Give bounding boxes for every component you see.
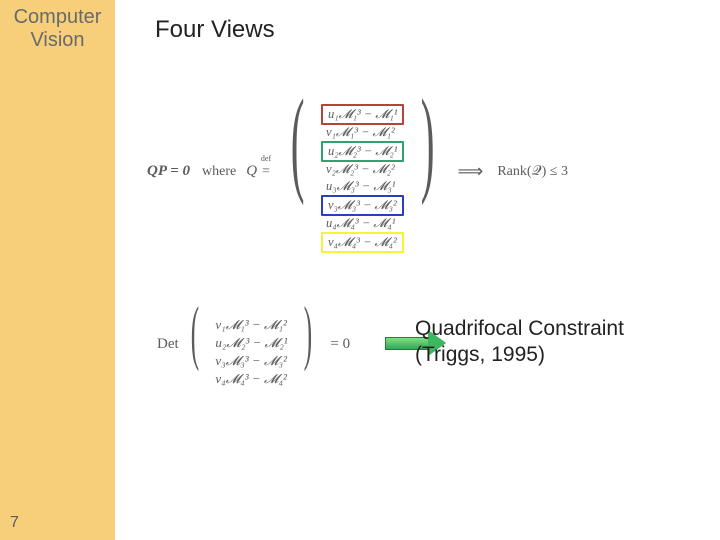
def-label: def	[261, 154, 271, 163]
matrix-row: v₄𝓜₄³ − 𝓜₄²	[321, 232, 404, 253]
equals-zero: = 0	[330, 336, 350, 353]
matrix-8x1: ( u₁𝓜₁³ − 𝓜₁¹ v₁𝓜₁³ − 𝓜₁² u₂𝓜₂³ − 𝓜₂¹ v₂…	[278, 90, 448, 253]
qp-lhs: QP = 0	[147, 163, 190, 180]
matrix-row: v₂𝓜₂³ − 𝓜₂²	[321, 162, 404, 179]
matrix-row: u₃𝓜₃³ − 𝓜₃¹	[321, 179, 404, 196]
matrix-row: v₃𝓜₃³ − 𝓜₃²	[210, 353, 292, 371]
implies-icon: ⟹	[458, 161, 484, 182]
matrix-4x1: ( v₁𝓜₁³ − 𝓜₁² u₂𝓜₂³ − 𝓜₂¹ v₃𝓜₃³ − 𝓜₃² v₄…	[183, 300, 321, 388]
matrix-row: v₄𝓜₄³ − 𝓜₄²	[210, 370, 292, 388]
slide-title: Four Views	[155, 16, 275, 44]
matrix-row: u₂𝓜₂³ − 𝓜₂¹	[210, 335, 292, 353]
where-text: where	[202, 164, 236, 180]
paren-left-icon: (	[190, 300, 198, 365]
course-title-line2: Vision	[30, 29, 84, 51]
def-equals: def =	[262, 164, 270, 180]
rank-statement: Rank(𝒬) ≤ 3	[497, 164, 568, 180]
matrix-row: u₂𝓜₂³ − 𝓜₂¹	[321, 141, 404, 162]
page-number: 7	[10, 514, 19, 532]
paren-left-icon: (	[291, 88, 305, 194]
matrix-row: u₄𝓜₄³ − 𝓜₄¹	[321, 216, 404, 233]
equation-qp: QP = 0 where Q def = ( u₁𝓜₁³ − 𝓜₁¹ v₁𝓜₁³…	[147, 90, 568, 253]
matrix-row: v₃𝓜₃³ − 𝓜₃²	[321, 195, 404, 216]
matrix-rows: u₁𝓜₁³ − 𝓜₁¹ v₁𝓜₁³ − 𝓜₁² u₂𝓜₂³ − 𝓜₂¹ v₂𝓜₂…	[321, 104, 404, 253]
annotation-text: Quadrifocal Constraint (Triggs, 1995)	[415, 316, 624, 369]
equation-det: Det ( v₁𝓜₁³ − 𝓜₁² u₂𝓜₂³ − 𝓜₂¹ v₃𝓜₃³ − 𝓜₃…	[157, 300, 350, 388]
annotation-line1: Quadrifocal Constraint	[415, 317, 624, 340]
slide-content: Four Views QP = 0 where Q def = ( u₁𝓜₁³ …	[115, 0, 720, 540]
matrix-row: u₁𝓜₁³ − 𝓜₁¹	[321, 104, 404, 125]
course-title: Computer Vision	[0, 6, 115, 52]
matrix-row: v₁𝓜₁³ − 𝓜₁²	[321, 125, 404, 142]
q-symbol: Q	[246, 163, 257, 180]
sidebar: Computer Vision 7	[0, 0, 115, 540]
det-label: Det	[157, 336, 179, 353]
paren-right-icon: )	[304, 300, 312, 365]
matrix-rows: v₁𝓜₁³ − 𝓜₁² u₂𝓜₂³ − 𝓜₂¹ v₃𝓜₃³ − 𝓜₃² v₄𝓜₄…	[210, 317, 292, 389]
course-title-line1: Computer	[14, 6, 102, 28]
annotation-line2: (Triggs, 1995)	[415, 343, 545, 366]
paren-right-icon: )	[421, 88, 435, 194]
matrix-row: v₁𝓜₁³ − 𝓜₁²	[210, 317, 292, 335]
q-definition: Q def = ( u₁𝓜₁³ − 𝓜₁¹ v₁𝓜₁³ − 𝓜₁² u₂𝓜₂³ …	[246, 90, 447, 253]
